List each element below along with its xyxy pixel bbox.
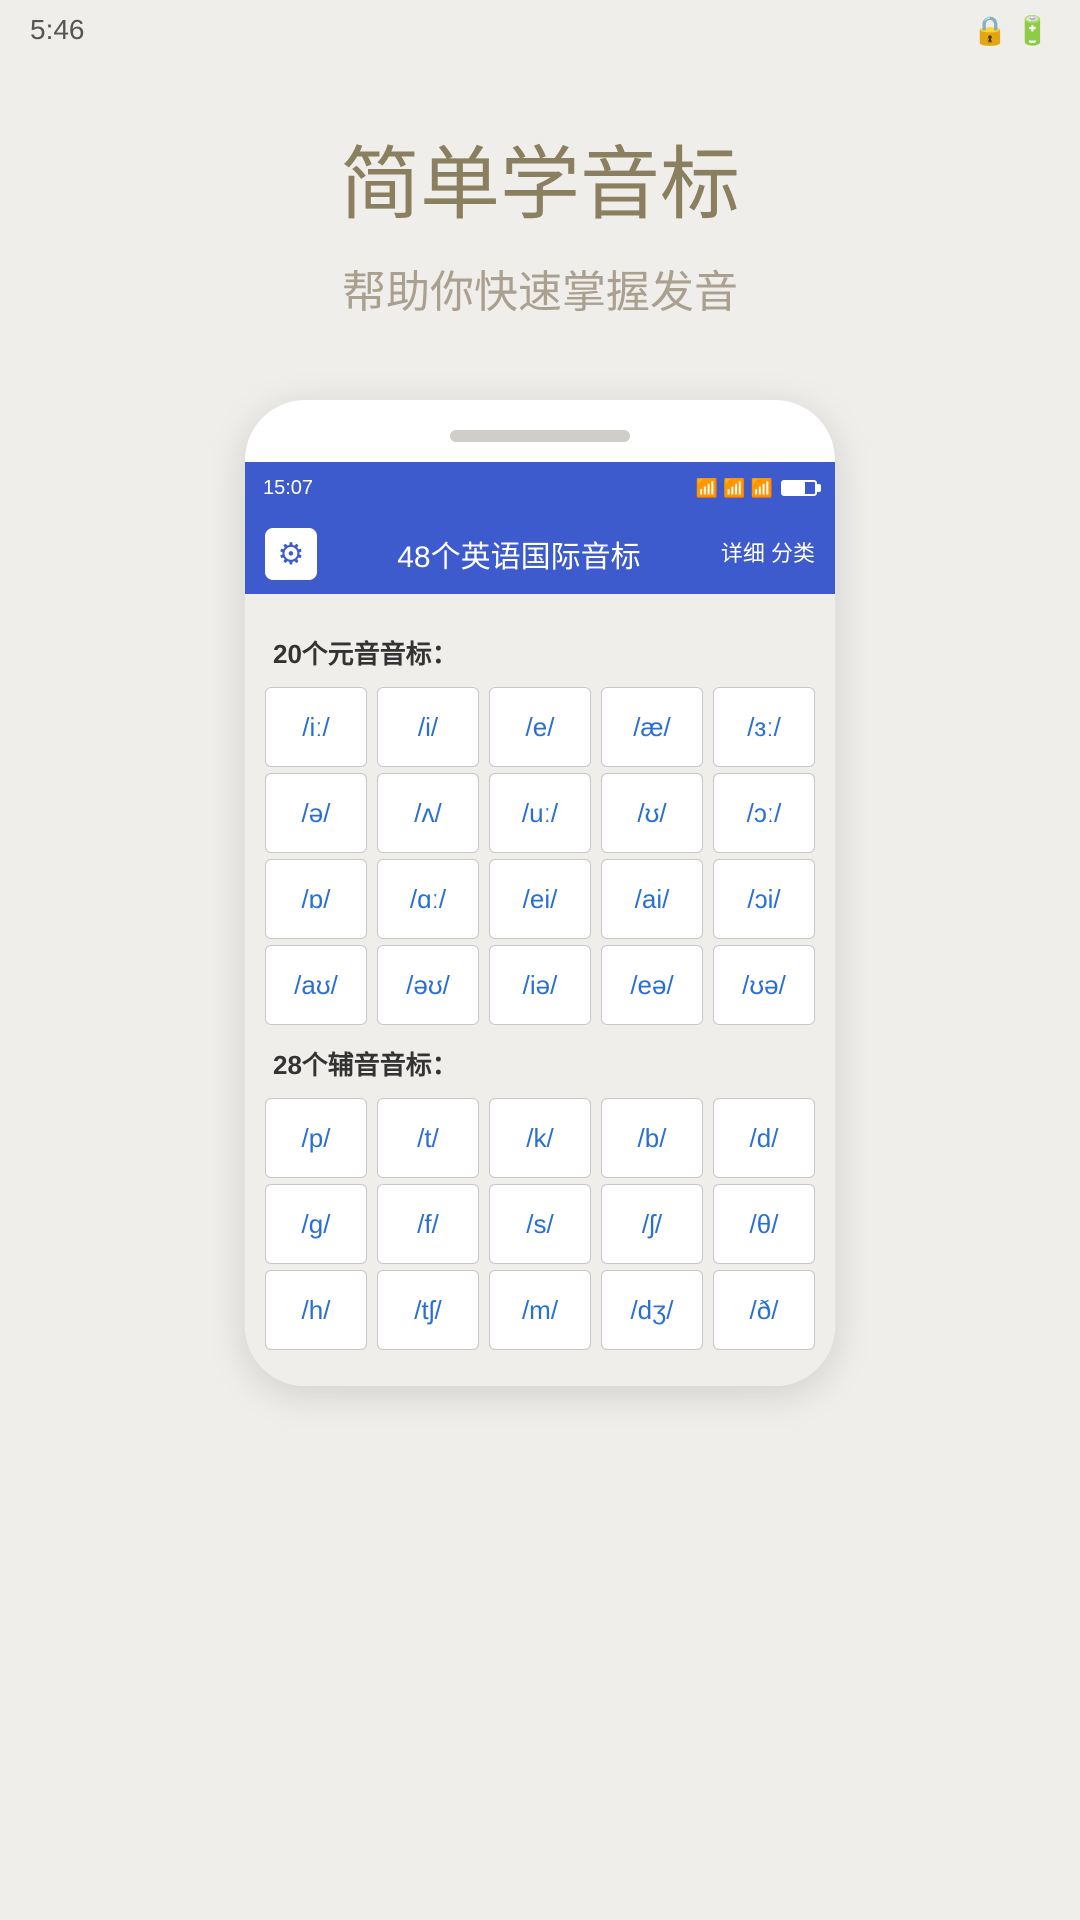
phonetic-btn-ea[interactable]: /eə/ bbox=[601, 945, 703, 1025]
outer-status-time: 5:46 bbox=[30, 14, 85, 46]
phonetic-btn-wedge[interactable]: /ʌ/ bbox=[377, 773, 479, 853]
settings-icon[interactable]: ⚙ bbox=[265, 528, 317, 580]
phone-notch bbox=[450, 430, 630, 442]
vowel-section-title: 20个元音音标： bbox=[273, 634, 815, 671]
phonetic-btn-e[interactable]: /e/ bbox=[489, 687, 591, 767]
phonetic-btn-dz[interactable]: /dʒ/ bbox=[601, 1270, 703, 1350]
hero-subtitle: 帮助你快速掌握发音 bbox=[340, 256, 740, 320]
phonetic-btn-t[interactable]: /t/ bbox=[377, 1098, 479, 1178]
consonant-row-2: /g/ /f/ /s/ /ʃ/ /θ/ bbox=[265, 1184, 815, 1264]
consonant-row-3: /h/ /tʃ/ /m/ /dʒ/ /ð/ bbox=[265, 1270, 815, 1350]
consonant-row-1: /p/ /t/ /k/ /b/ /d/ bbox=[265, 1098, 815, 1178]
vowel-row-4: /aʊ/ /əʊ/ /iə/ /eə/ /ʊə/ bbox=[265, 945, 815, 1025]
vowel-row-1: /iː/ /i/ /e/ /æ/ /ɜː/ bbox=[265, 687, 815, 767]
phonetic-btn-sh[interactable]: /ʃ/ bbox=[601, 1184, 703, 1264]
phonetic-btn-ar[interactable]: /ɑː/ bbox=[377, 859, 479, 939]
phone-content: 20个元音音标： /iː/ /i/ /e/ /æ/ /ɜː/ /ə/ /ʌ/ /… bbox=[245, 594, 835, 1386]
phonetic-btn-ai[interactable]: /ai/ bbox=[601, 859, 703, 939]
hero-section: 简单学音标 帮助你快速掌握发音 bbox=[340, 120, 740, 320]
phonetic-btn-au[interactable]: /aʊ/ bbox=[265, 945, 367, 1025]
consonant-section-title: 28个辅音音标： bbox=[273, 1045, 815, 1082]
detail-classify-button[interactable]: 详细 分类 bbox=[721, 540, 815, 569]
phonetic-btn-3r[interactable]: /ɜː/ bbox=[713, 687, 815, 767]
phonetic-btn-b[interactable]: /b/ bbox=[601, 1098, 703, 1178]
vowel-row-2: /ə/ /ʌ/ /uː/ /ʊ/ /ɔː/ bbox=[265, 773, 815, 853]
phonetic-btn-g[interactable]: /g/ bbox=[265, 1184, 367, 1264]
phonetic-btn-eth[interactable]: /ð/ bbox=[713, 1270, 815, 1350]
app-header-title: 48个英语国际音标 bbox=[337, 532, 701, 576]
battery-icon bbox=[781, 480, 817, 496]
phone-status-right: 📶 📶 📶 bbox=[696, 478, 817, 499]
phonetic-btn-h[interactable]: /h/ bbox=[265, 1270, 367, 1350]
hero-title: 简单学音标 bbox=[340, 120, 740, 236]
phonetic-btn-ua[interactable]: /ʊə/ bbox=[713, 945, 815, 1025]
phonetic-btn-m[interactable]: /m/ bbox=[489, 1270, 591, 1350]
phonetic-btn-ei[interactable]: /ei/ bbox=[489, 859, 591, 939]
phonetic-btn-ae[interactable]: /æ/ bbox=[601, 687, 703, 767]
phone-status-bar: 15:07 📶 📶 📶 bbox=[245, 462, 835, 514]
phonetic-btn-ii[interactable]: /iː/ bbox=[265, 687, 367, 767]
phonetic-btn-oi[interactable]: /ɔi/ bbox=[713, 859, 815, 939]
phonetic-btn-upsilon[interactable]: /ʊ/ bbox=[601, 773, 703, 853]
phonetic-btn-k[interactable]: /k/ bbox=[489, 1098, 591, 1178]
phonetic-btn-ou[interactable]: /əʊ/ bbox=[377, 945, 479, 1025]
phonetic-btn-o[interactable]: /ɒ/ bbox=[265, 859, 367, 939]
phonetic-btn-theta[interactable]: /θ/ bbox=[713, 1184, 815, 1264]
app-header: ⚙ 48个英语国际音标 详细 分类 bbox=[245, 514, 835, 594]
phonetic-btn-i[interactable]: /i/ bbox=[377, 687, 479, 767]
vowel-row-3: /ɒ/ /ɑː/ /ei/ /ai/ /ɔi/ bbox=[265, 859, 815, 939]
phonetic-btn-schwa[interactable]: /ə/ bbox=[265, 773, 367, 853]
phonetic-btn-s[interactable]: /s/ bbox=[489, 1184, 591, 1264]
phonetic-btn-or[interactable]: /ɔː/ bbox=[713, 773, 815, 853]
outer-status-icons: 🔒 🔋 bbox=[972, 14, 1050, 47]
phonetic-btn-uu[interactable]: /uː/ bbox=[489, 773, 591, 853]
signal-icons: 📶 📶 📶 bbox=[696, 478, 773, 499]
phonetic-btn-tch[interactable]: /tʃ/ bbox=[377, 1270, 479, 1350]
phone-mockup: 15:07 📶 📶 📶 ⚙ 48个英语国际音标 详细 分类 20个元音音标： /… bbox=[245, 400, 835, 1386]
outer-status-bar: 5:46 🔒 🔋 bbox=[0, 0, 1080, 60]
phonetic-btn-f[interactable]: /f/ bbox=[377, 1184, 479, 1264]
phonetic-btn-ia[interactable]: /iə/ bbox=[489, 945, 591, 1025]
phonetic-btn-d[interactable]: /d/ bbox=[713, 1098, 815, 1178]
phone-time: 15:07 bbox=[263, 477, 313, 500]
phonetic-btn-p[interactable]: /p/ bbox=[265, 1098, 367, 1178]
